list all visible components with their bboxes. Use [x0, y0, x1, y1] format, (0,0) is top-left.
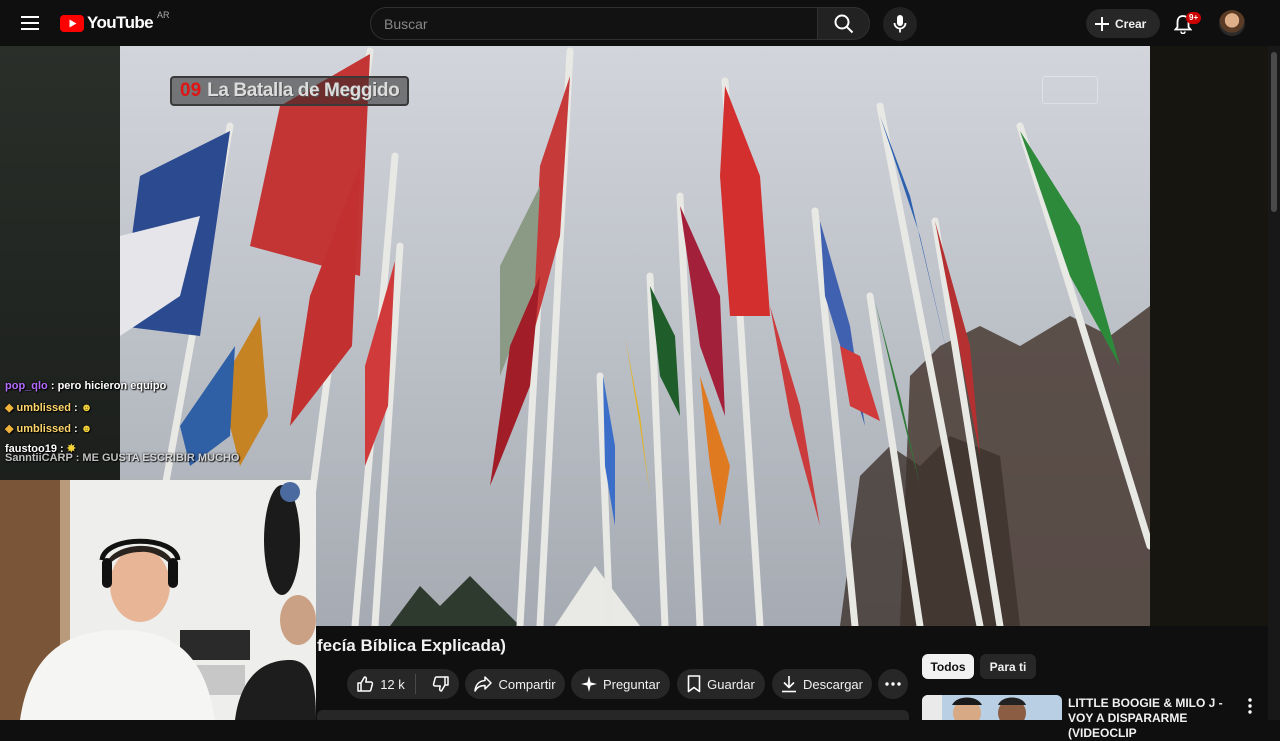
youtube-logo[interactable]: YouTube AR [60, 10, 170, 34]
recommended-video-title[interactable]: LITTLE BOOGIE & MILO J - VOY A DISPARARM… [1068, 696, 1242, 741]
search-box [370, 7, 818, 40]
thumbs-up-icon [357, 676, 374, 692]
voice-search-button[interactable] [883, 7, 917, 41]
live-chat-overlay: pop_qlo : pero hicieron equipo ◆ umbliss… [0, 378, 239, 468]
dislike-button[interactable] [422, 675, 450, 693]
emote-icon: ☻ [80, 402, 93, 414]
like-count: 12 k [380, 676, 405, 692]
notification-count-badge: 9+ [1186, 12, 1202, 24]
plus-icon [1095, 16, 1109, 31]
chapter-number: 09 [180, 80, 202, 101]
chat-username: umblissed [16, 402, 71, 414]
thumbs-down-icon [432, 676, 449, 692]
like-button[interactable]: 12 k [356, 674, 416, 694]
search-icon [834, 14, 853, 33]
menu-icon[interactable] [18, 11, 42, 35]
badge-icon: ◆ [5, 423, 14, 435]
channel-watermark [1042, 76, 1098, 104]
create-label: Crear [1115, 16, 1147, 31]
streamer-webcam [0, 480, 316, 720]
scrollbar-thumb[interactable] [1271, 52, 1277, 212]
chapter-overlay: 09 La Batalla de Meggido [170, 76, 410, 106]
share-icon [474, 676, 493, 692]
ask-label: Preguntar [602, 676, 661, 692]
create-button[interactable]: Crear [1086, 9, 1160, 38]
youtube-play-icon [60, 14, 84, 32]
chat-username: umblissed [16, 423, 71, 435]
chat-username: SanntiiCARP [5, 452, 73, 464]
search-input[interactable] [371, 8, 818, 39]
chat-text: : [74, 423, 78, 435]
badge-icon: ◆ [5, 402, 14, 414]
microphone-icon [893, 15, 907, 33]
sparkle-icon [580, 676, 597, 692]
ask-button[interactable]: Preguntar [571, 669, 670, 699]
chat-username: pop_qlo [5, 380, 48, 392]
share-label: Compartir [498, 676, 556, 692]
more-vertical-icon[interactable] [1242, 697, 1258, 715]
video-title: fecía Bíblica Explicada) [317, 636, 506, 655]
thumbnail-image [922, 695, 1062, 720]
description-box[interactable] [317, 710, 909, 720]
recommended-video-thumbnail[interactable] [922, 695, 1062, 720]
chip-for-you[interactable]: Para ti [980, 654, 1036, 679]
chat-text: : pero hicieron equipo [50, 380, 167, 392]
stream-background-right [1150, 46, 1268, 626]
save-label: Guardar [707, 676, 755, 692]
download-button[interactable]: Descargar [772, 669, 872, 699]
chat-text: : [74, 402, 78, 414]
webcam-scene [0, 480, 316, 720]
more-actions-button[interactable] [878, 669, 908, 699]
chat-message: ◆ umblissed : ☻ [5, 401, 92, 414]
bookmark-icon [687, 675, 701, 693]
top-bar: YouTube AR Crear 9+ [0, 0, 1280, 46]
more-horizontal-icon [885, 682, 901, 686]
chat-message: ◆ umblissed : ☻ [5, 422, 92, 435]
chip-all[interactable]: Todos [922, 654, 974, 679]
save-button[interactable]: Guardar [677, 669, 765, 699]
chat-text: : ME GUSTA ESCRIBIR MUCHO [75, 452, 240, 464]
logo-text: YouTube [87, 13, 154, 32]
download-label: Descargar [803, 676, 863, 692]
download-icon [782, 676, 797, 693]
share-button[interactable]: Compartir [465, 669, 565, 699]
chapter-title: La Batalla de Meggido [207, 80, 400, 101]
chat-message: pop_qlo : pero hicieron equipo [5, 380, 166, 392]
chat-message: SanntiiCARP : ME GUSTA ESCRIBIR MUCHO [5, 452, 239, 464]
user-avatar[interactable] [1219, 10, 1245, 36]
country-code: AR [157, 10, 170, 20]
like-dislike-group: 12 k [347, 669, 459, 699]
search-button[interactable] [817, 7, 870, 40]
emote-icon: ☻ [80, 423, 93, 435]
